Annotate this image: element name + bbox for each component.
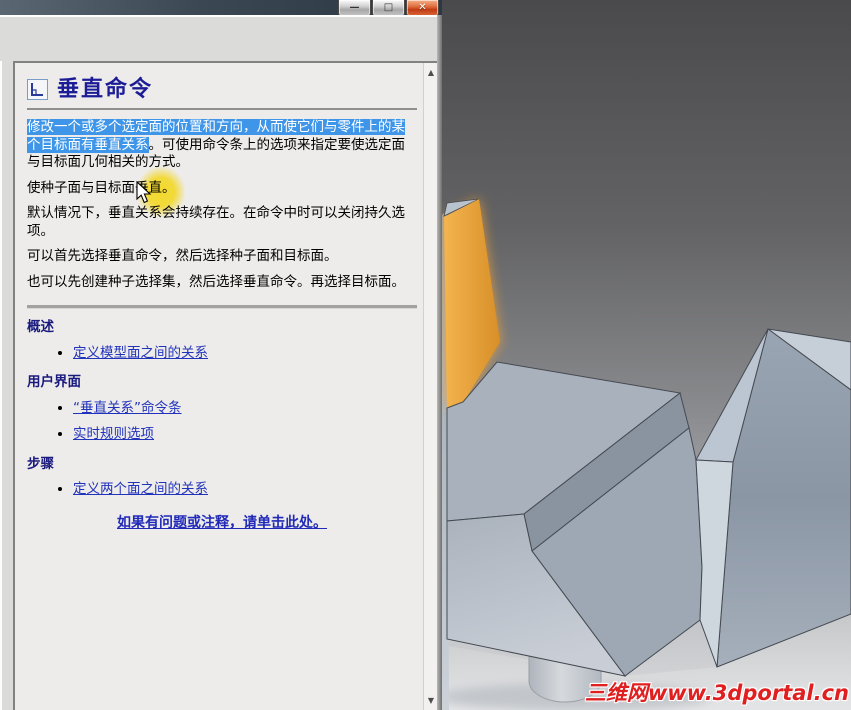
list-item: 定义模型面之间的关系 xyxy=(73,345,419,363)
scroll-up-icon: ▲ xyxy=(427,68,435,77)
paragraph-5: 也可以先创建种子选择集，然后选择垂直命令。再选择目标面。 xyxy=(27,273,405,290)
link-perpendicular-command-bar[interactable]: “垂直关系”命令条 xyxy=(73,400,182,416)
perpendicular-icon xyxy=(27,79,48,100)
overview-links: 定义模型面之间的关系 xyxy=(25,345,419,363)
feedback-link[interactable]: 如果有问题或注释，请单击此处。 xyxy=(117,515,327,531)
maximize-icon: □ xyxy=(383,2,394,13)
scroll-down-button[interactable]: ▼ xyxy=(424,693,438,708)
help-document: 垂直命令 修改一个或多个选定面的位置和方向，从而使它们与零件上的某个目标面有垂直… xyxy=(15,63,423,710)
section-heading-ui: 用户界面 xyxy=(27,374,81,390)
vertical-scrollbar[interactable]: ▲ ▼ xyxy=(423,63,437,710)
minimize-icon: — xyxy=(349,2,360,13)
screen: — □ ✕ 垂直命令 修改一个或多个选定面的位置和方向，从而使它们与零件上的某个… xyxy=(0,0,851,710)
title-divider xyxy=(27,108,417,110)
link-define-model-face-relations[interactable]: 定义模型面之间的关系 xyxy=(73,345,208,361)
watermark: 三维网www.3dportal.cn xyxy=(584,681,849,705)
help-content-panel: 垂直命令 修改一个或多个选定面的位置和方向，从而使它们与零件上的某个目标面有垂直… xyxy=(13,61,437,710)
list-item: 实时规则选项 xyxy=(73,426,419,444)
toolbar-strip xyxy=(0,17,442,61)
feedback-row: 如果有问题或注释，请单击此处。 xyxy=(25,515,419,533)
list-item: 定义两个面之间的关系 xyxy=(73,481,419,499)
scroll-down-icon: ▼ xyxy=(427,696,435,705)
paragraph-3: 默认情况下，垂直关系会持续存在。在命令中时可以关闭持久选项。 xyxy=(27,205,405,239)
paragraph-1: 修改一个或多个选定面的位置和方向，从而使它们与零件上的某个目标面有垂直关系。可使… xyxy=(27,119,417,172)
3d-viewport[interactable]: 三维网www.3dportal.cn xyxy=(442,0,851,710)
help-window: — □ ✕ 垂直命令 修改一个或多个选定面的位置和方向，从而使它们与零件上的某个… xyxy=(0,0,442,710)
mouse-cursor xyxy=(136,181,152,204)
section-divider xyxy=(27,305,417,309)
ui-links: “垂直关系”命令条 实时规则选项 xyxy=(25,400,419,444)
list-item: “垂直关系”命令条 xyxy=(73,400,419,418)
3d-model-scene xyxy=(442,0,851,710)
left-margin xyxy=(0,61,13,710)
section-heading-overview: 概述 xyxy=(27,319,54,335)
steps-links: 定义两个面之间的关系 xyxy=(25,481,419,499)
link-define-relation-between-faces[interactable]: 定义两个面之间的关系 xyxy=(73,481,208,497)
close-icon: ✕ xyxy=(418,2,427,13)
section-heading-steps: 步骤 xyxy=(27,455,54,472)
scroll-up-button[interactable]: ▲ xyxy=(424,65,438,80)
paragraph-2: 使种子面与目标面垂直。 xyxy=(27,179,176,196)
paragraph-4: 可以首先选择垂直命令，然后选择种子面和目标面。 xyxy=(27,248,338,264)
doc-header: 垂直命令 xyxy=(27,75,419,102)
page-title: 垂直命令 xyxy=(57,75,154,102)
link-live-rules-options[interactable]: 实时规则选项 xyxy=(73,426,154,442)
